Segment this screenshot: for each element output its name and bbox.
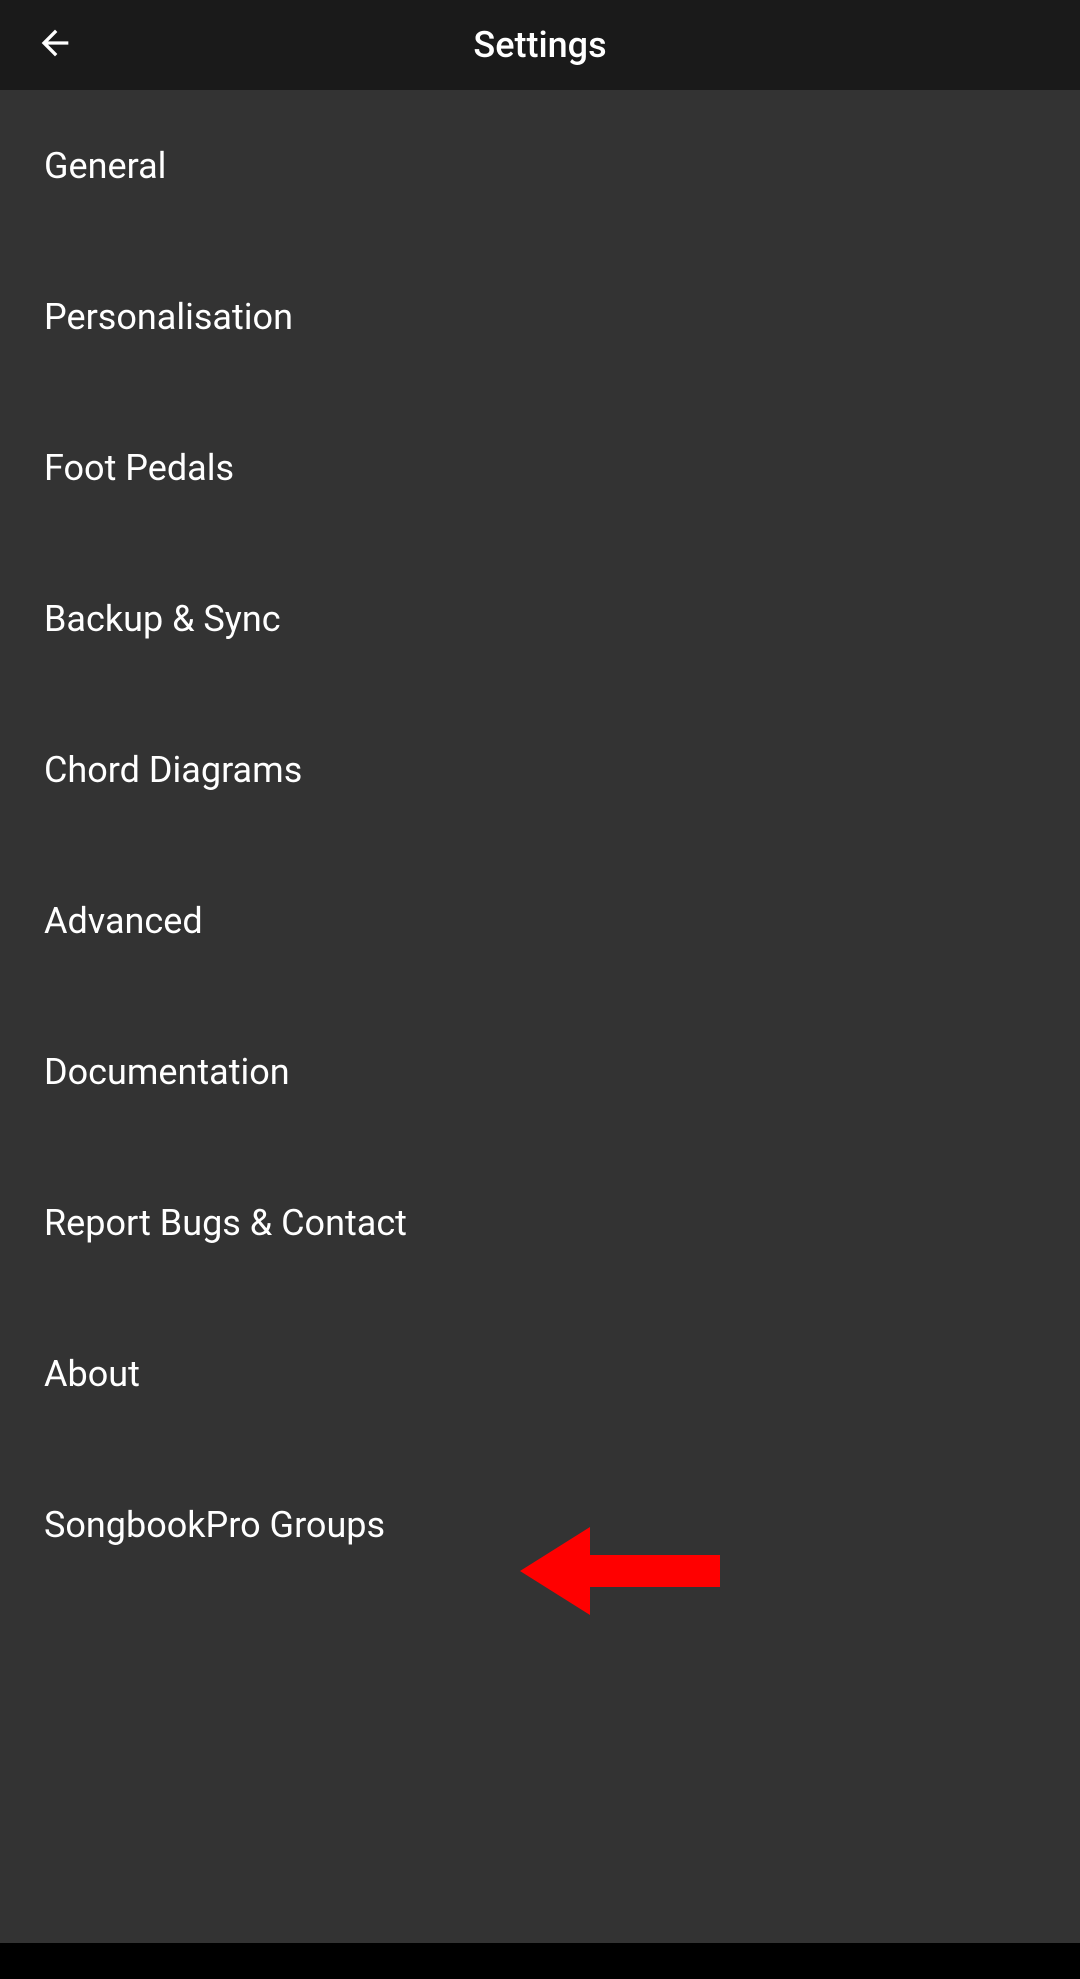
settings-item-songbookpro-groups[interactable]: SongbookPro Groups [0, 1449, 1080, 1600]
menu-item-label: Documentation [44, 1051, 290, 1093]
header: Settings [0, 0, 1080, 90]
settings-item-general[interactable]: General [0, 90, 1080, 241]
settings-item-personalisation[interactable]: Personalisation [0, 241, 1080, 392]
settings-item-backup-sync[interactable]: Backup & Sync [0, 543, 1080, 694]
back-arrow-icon [35, 23, 75, 67]
menu-item-label: Chord Diagrams [44, 749, 302, 791]
page-title: Settings [0, 24, 1080, 66]
settings-item-report-bugs[interactable]: Report Bugs & Contact [0, 1147, 1080, 1298]
menu-item-label: Report Bugs & Contact [44, 1202, 407, 1244]
settings-item-documentation[interactable]: Documentation [0, 996, 1080, 1147]
settings-menu-list: General Personalisation Foot Pedals Back… [0, 90, 1080, 1600]
bottom-bar [0, 1943, 1080, 1979]
menu-item-label: About [44, 1353, 140, 1395]
menu-item-label: Personalisation [44, 296, 293, 338]
menu-item-label: Backup & Sync [44, 598, 281, 640]
menu-item-label: Advanced [44, 900, 203, 942]
back-button[interactable] [30, 20, 80, 70]
menu-item-label: General [44, 145, 166, 187]
menu-item-label: Foot Pedals [44, 447, 234, 489]
settings-item-foot-pedals[interactable]: Foot Pedals [0, 392, 1080, 543]
settings-item-advanced[interactable]: Advanced [0, 845, 1080, 996]
menu-item-label: SongbookPro Groups [44, 1504, 385, 1546]
settings-item-about[interactable]: About [0, 1298, 1080, 1449]
settings-item-chord-diagrams[interactable]: Chord Diagrams [0, 694, 1080, 845]
